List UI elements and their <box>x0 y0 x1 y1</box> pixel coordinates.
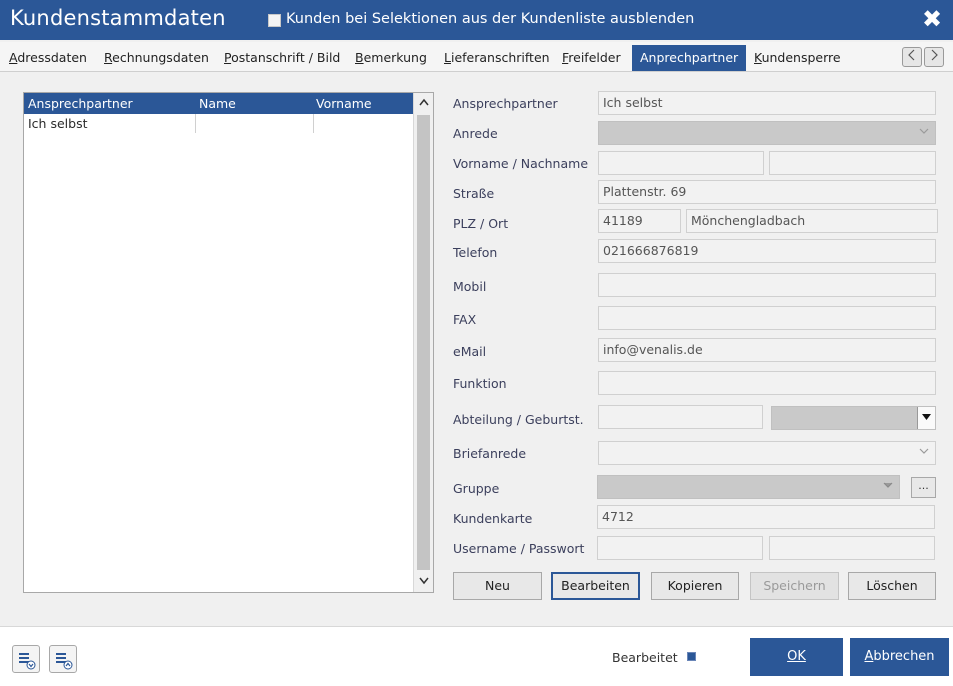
nachname-field[interactable] <box>769 151 936 175</box>
label-username-passwort: Username / Passwort <box>453 541 585 556</box>
abteilung-field[interactable] <box>598 405 763 429</box>
vorname-field[interactable] <box>598 151 764 175</box>
arrow-left-icon[interactable] <box>902 47 922 67</box>
label-briefanrede: Briefanrede <box>453 446 527 461</box>
cell-ansprechpartner: Ich selbst <box>28 116 88 131</box>
tab-lieferanschriften[interactable]: Lieferanschriften <box>444 45 550 71</box>
fax-field[interactable] <box>598 306 936 330</box>
label-funktion: Funktion <box>453 376 507 391</box>
bearbeiten-button[interactable]: Bearbeiten <box>551 572 640 600</box>
hide-customer-checkbox[interactable] <box>268 14 281 27</box>
tab-freifelder[interactable]: Freifelder <box>562 45 621 71</box>
label-ansprechpartner: Ansprechpartner <box>453 96 558 111</box>
anrede-select[interactable] <box>598 121 936 145</box>
tab-rechnungsdaten[interactable]: Rechnungsdaten <box>104 45 209 71</box>
ansprechpartner-field[interactable]: Ich selbst <box>598 91 936 115</box>
strasse-field[interactable]: Plattenstr. 69 <box>598 180 936 204</box>
label-mobil: Mobil <box>453 279 487 294</box>
edited-status-label: Bearbeitet <box>612 650 678 665</box>
label-telefon: Telefon <box>453 245 498 260</box>
tab-strip: Adressdaten Rechnungsdaten Postanschrift… <box>0 42 953 72</box>
label-anrede: Anrede <box>453 126 498 141</box>
telefon-field[interactable]: 021666876819 <box>598 239 936 263</box>
edited-status-indicator <box>687 652 696 661</box>
chevron-down-icon <box>919 445 929 458</box>
speichern-button[interactable]: Speichern <box>750 572 839 600</box>
label-gruppe: Gruppe <box>453 481 500 496</box>
label-kundenkarte: Kundenkarte <box>453 511 533 526</box>
username-field[interactable] <box>597 536 763 560</box>
label-plz-ort: PLZ / Ort <box>453 216 509 231</box>
hide-customer-checkbox-label[interactable]: Kunden bei Selektionen aus der Kundenlis… <box>286 11 694 27</box>
list-up-icon[interactable] <box>49 645 77 673</box>
tab-postanschrift-bild[interactable]: Postanschrift / Bild <box>224 45 340 71</box>
close-icon[interactable]: ✖ <box>919 4 945 34</box>
chevron-down-icon <box>883 479 893 492</box>
kundenkarte-field[interactable]: 4712 <box>597 505 935 529</box>
list-scrollbar[interactable] <box>413 93 433 592</box>
geburtstag-date-picker[interactable] <box>771 406 936 430</box>
list-header: Ansprechpartner Name Vorname <box>24 93 413 114</box>
mobil-field[interactable] <box>598 273 936 297</box>
gruppe-select[interactable] <box>597 475 900 499</box>
column-separator <box>195 114 196 133</box>
column-header-name[interactable]: Name <box>199 96 236 111</box>
ok-button[interactable]: OK <box>750 638 843 676</box>
ort-field[interactable]: Mönchengladbach <box>686 209 938 233</box>
tab-kundensperre[interactable]: Kundensperre <box>754 45 841 71</box>
kopieren-button[interactable]: Kopieren <box>651 572 739 600</box>
tab-adressdaten[interactable]: Adressdaten <box>9 45 87 71</box>
briefanrede-select[interactable] <box>598 441 936 465</box>
arrow-right-icon[interactable] <box>924 47 944 67</box>
email-field[interactable]: info@venalis.de <box>598 338 936 362</box>
chevron-down-icon <box>919 125 929 138</box>
label-vorname-nachname: Vorname / Nachname <box>453 156 589 171</box>
tab-anprechpartner[interactable]: Anprechpartner <box>632 45 747 71</box>
label-abteilung-geburtstag: Abteilung / Geburtst. <box>453 412 584 427</box>
list-down-icon[interactable] <box>12 645 40 673</box>
window-title: Kundenstammdaten <box>10 6 226 30</box>
table-row[interactable]: Ich selbst <box>24 114 413 133</box>
scrollbar-thumb[interactable] <box>417 115 430 570</box>
plz-field[interactable]: 41189 <box>598 209 681 233</box>
title-bar: Kundenstammdaten Kunden bei Selektionen … <box>0 0 953 40</box>
label-strasse: Straße <box>453 186 495 201</box>
gruppe-browse-button[interactable]: ... <box>911 477 936 498</box>
column-separator <box>313 114 314 133</box>
label-email: eMail <box>453 344 487 359</box>
loeschen-button[interactable]: Löschen <box>848 572 936 600</box>
column-header-vorname[interactable]: Vorname <box>316 96 372 111</box>
passwort-field[interactable] <box>769 536 935 560</box>
column-header-ansprechpartner[interactable]: Ansprechpartner <box>28 96 133 111</box>
tab-bemerkung[interactable]: Bemerkung <box>355 45 427 71</box>
scroll-down-icon[interactable] <box>414 572 433 592</box>
funktion-field[interactable] <box>598 371 936 395</box>
dropdown-arrow-icon[interactable] <box>917 407 935 429</box>
label-fax: FAX <box>453 312 477 327</box>
neu-button[interactable]: Neu <box>453 572 542 600</box>
abbrechen-button[interactable]: Abbrechen <box>850 638 949 676</box>
contact-list[interactable]: Ansprechpartner Name Vorname Ich selbst <box>23 92 434 593</box>
scroll-up-icon[interactable] <box>414 93 433 113</box>
